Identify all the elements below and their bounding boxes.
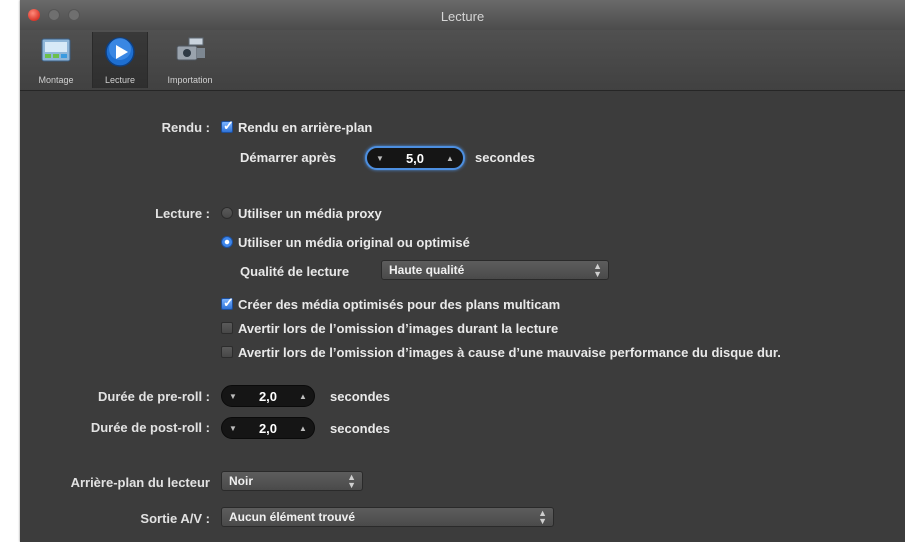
toolbar-tab-label: Lecture	[104, 75, 136, 85]
playback-section-label: Lecture :	[155, 206, 210, 221]
warn-dropped-frames-label: Avertir lors de l’omission d’images dura…	[238, 321, 559, 336]
title-bar: Lecture	[20, 0, 905, 31]
preroll-label: Durée de pre-roll :	[98, 389, 210, 404]
window-title: Lecture	[440, 9, 485, 24]
postroll-value[interactable]: 2,0	[240, 418, 296, 438]
increment-button[interactable]: ▲	[441, 148, 459, 168]
background-render-label: Rendu en arrière-plan	[238, 120, 373, 135]
proxy-media-label: Utiliser un média proxy	[238, 206, 382, 221]
postroll-stepper[interactable]: ▼ 2,0 ▲	[221, 417, 315, 439]
warn-dropped-frames-checkbox[interactable]	[221, 322, 233, 334]
av-output-label: Sortie A/V :	[140, 511, 210, 526]
playback-quality-popup[interactable]: Haute qualité ▲ ▼	[381, 260, 609, 280]
import-camera-icon	[173, 36, 207, 71]
player-background-popup[interactable]: Noir ▲ ▼	[221, 471, 363, 491]
optimized-multicam-checkbox[interactable]	[221, 295, 234, 311]
original-media-label: Utiliser un média original ou optimisé	[238, 235, 470, 250]
preroll-stepper[interactable]: ▼ 2,0 ▲	[221, 385, 315, 407]
original-media-radio[interactable]	[221, 236, 233, 248]
playback-quality-label: Qualité de lecture	[240, 264, 350, 279]
increment-button[interactable]: ▲	[294, 418, 312, 438]
preferences-window: Lecture Montage Lecture Importation Rend…	[20, 0, 905, 542]
preroll-value[interactable]: 2,0	[240, 386, 296, 406]
start-after-label: Démarrer après	[240, 150, 337, 165]
popup-arrows-icon: ▲ ▼	[538, 508, 547, 526]
playback-quality-value: Haute qualité	[389, 263, 465, 277]
preroll-unit: secondes	[330, 389, 390, 404]
toolbar-tab-importation[interactable]: Importation	[150, 32, 230, 88]
toolbar-tab-montage[interactable]: Montage	[22, 32, 90, 88]
proxy-media-radio[interactable]	[221, 207, 233, 219]
preferences-toolbar: Montage Lecture Importation	[20, 30, 905, 91]
play-icon	[104, 36, 136, 73]
film-editing-icon	[40, 36, 72, 71]
increment-button[interactable]: ▲	[294, 386, 312, 406]
popup-arrows-icon: ▲ ▼	[347, 472, 356, 490]
av-output-value: Aucun élément trouvé	[229, 510, 356, 524]
player-background-value: Noir	[229, 474, 253, 488]
render-section-label: Rendu :	[161, 120, 210, 135]
start-after-value[interactable]: 5,0	[385, 148, 445, 168]
start-after-unit: secondes	[475, 150, 535, 165]
start-after-stepper[interactable]: ▼ 5,0 ▲	[365, 146, 465, 170]
player-background-label: Arrière-plan du lecteur	[70, 475, 210, 490]
warn-disk-performance-label: Avertir lors de l’omission d’images à ca…	[238, 345, 781, 360]
popup-arrows-icon: ▲ ▼	[593, 261, 602, 279]
background-render-checkbox[interactable]	[221, 118, 234, 134]
optimized-multicam-label: Créer des média optimisés pour des plans…	[238, 297, 561, 312]
warn-disk-performance-checkbox[interactable]	[221, 346, 233, 358]
toolbar-tab-label: Importation	[167, 75, 213, 85]
postroll-unit: secondes	[330, 421, 390, 436]
postroll-label: Durée de post-roll :	[90, 420, 210, 435]
av-output-popup[interactable]: Aucun élément trouvé ▲ ▼	[221, 507, 554, 527]
toolbar-tab-lecture[interactable]: Lecture	[92, 32, 148, 88]
toolbar-tab-label: Montage	[38, 75, 74, 85]
